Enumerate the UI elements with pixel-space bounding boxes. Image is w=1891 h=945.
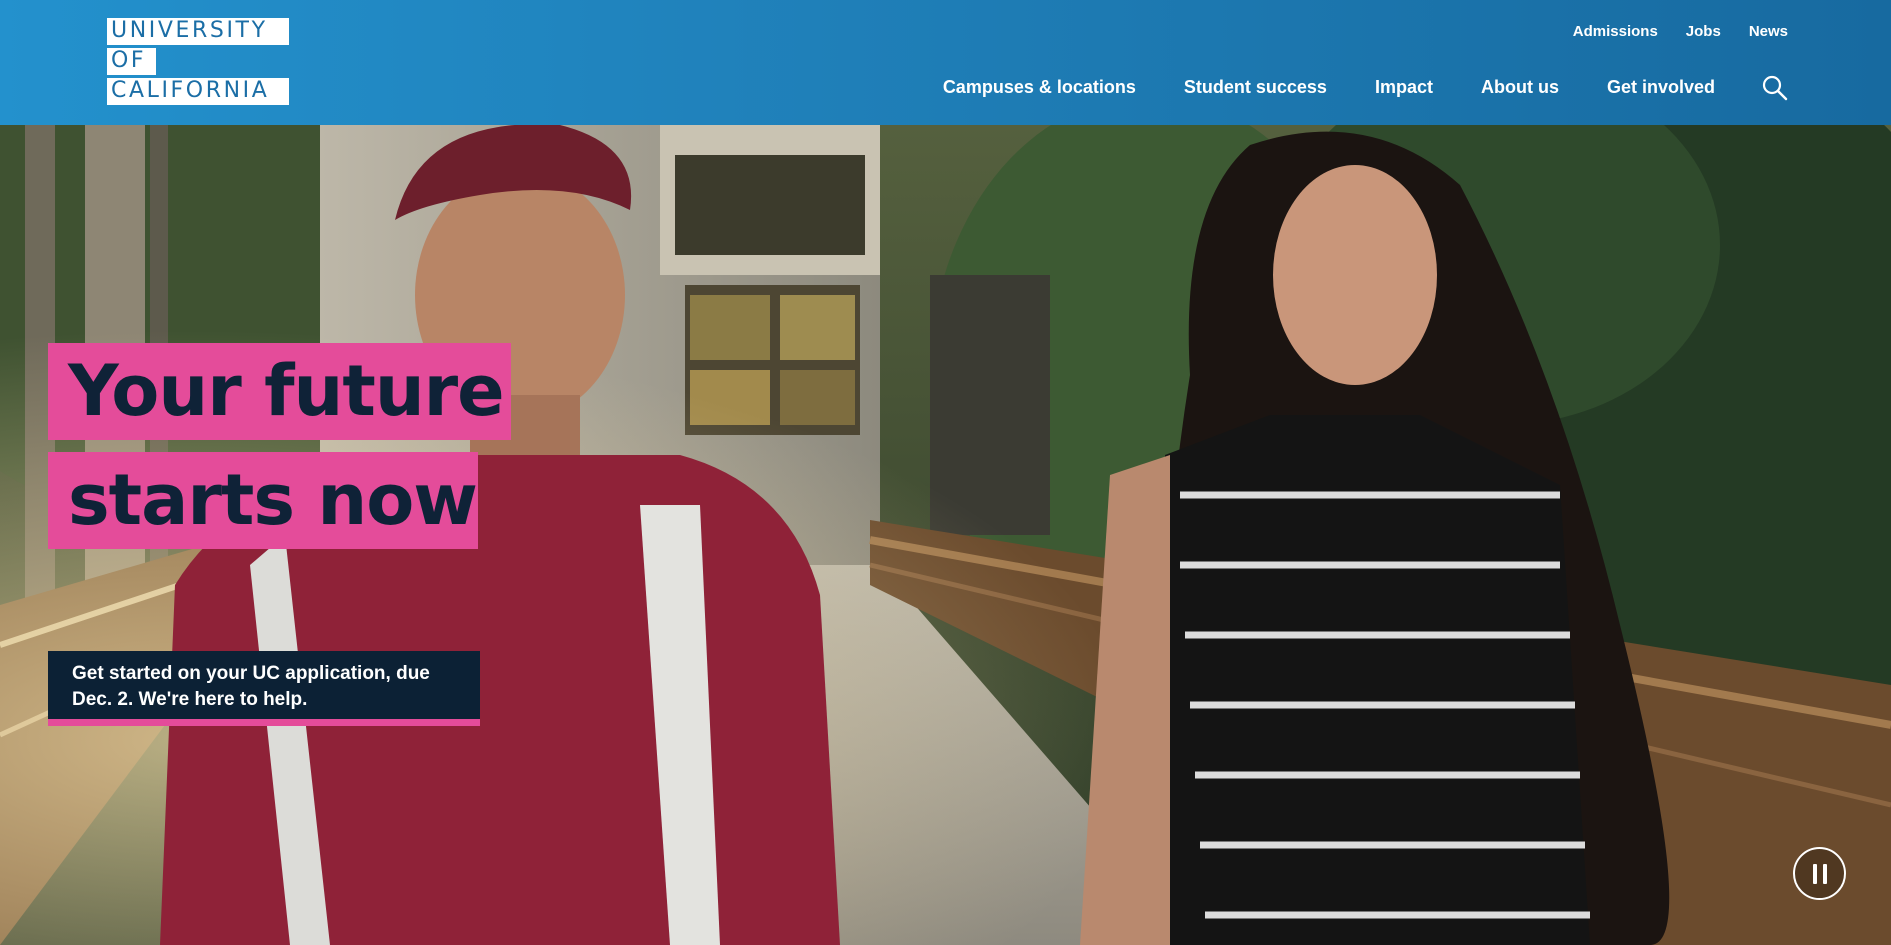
- headline-line-2: starts now: [48, 452, 478, 549]
- video-pause-button[interactable]: [1793, 847, 1846, 900]
- cta-text: Get started on your UC application, due …: [72, 663, 430, 710]
- page: UNIVERSITY OF CALIFORNIA Admissions Jobs…: [0, 0, 1891, 945]
- headline-line-1: Your future: [48, 343, 511, 440]
- application-cta-link[interactable]: Get started on your UC application, due …: [48, 651, 480, 726]
- pause-icon: [1812, 863, 1817, 884]
- utility-link-jobs[interactable]: Jobs: [1686, 23, 1721, 40]
- hero: Your future starts now Get started on yo…: [0, 125, 1891, 945]
- nav-impact[interactable]: Impact: [1375, 77, 1433, 98]
- nav-about-us[interactable]: About us: [1481, 77, 1559, 98]
- logo-line-california: CALIFORNIA: [107, 78, 289, 105]
- nav-student-success[interactable]: Student success: [1184, 77, 1327, 98]
- search-icon: [1762, 75, 1788, 101]
- uc-logo[interactable]: UNIVERSITY OF CALIFORNIA: [107, 18, 289, 105]
- logo-line-university: UNIVERSITY: [107, 18, 289, 45]
- logo-line-of: OF: [107, 48, 156, 75]
- utility-link-admissions[interactable]: Admissions: [1573, 23, 1658, 40]
- pause-icon-bar: [1822, 863, 1827, 884]
- hero-headline: Your future starts now: [48, 343, 511, 549]
- site-header: UNIVERSITY OF CALIFORNIA Admissions Jobs…: [0, 0, 1891, 125]
- nav-campuses-locations[interactable]: Campuses & locations: [943, 77, 1136, 98]
- utility-nav: Admissions Jobs News: [1573, 23, 1788, 40]
- nav-get-involved[interactable]: Get involved: [1607, 77, 1715, 98]
- main-nav: Campuses & locations Student success Imp…: [943, 77, 1715, 98]
- search-button[interactable]: [1761, 74, 1789, 102]
- utility-link-news[interactable]: News: [1749, 23, 1788, 40]
